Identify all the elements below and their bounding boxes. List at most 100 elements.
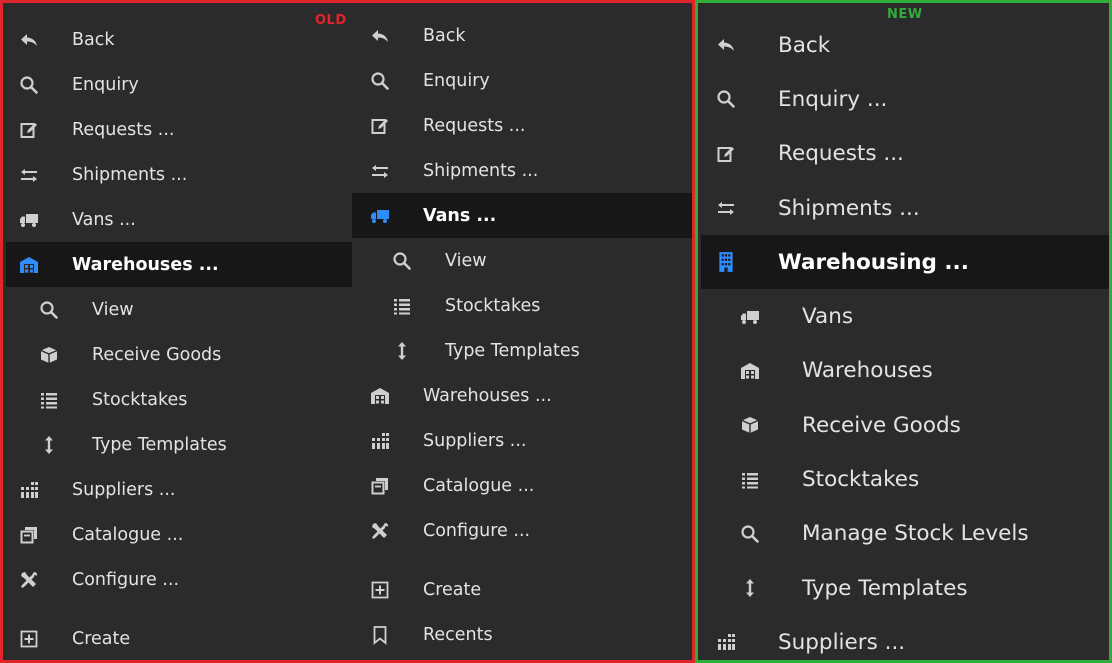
menu-item-label: Vans <box>802 304 854 330</box>
menu-item-suppliers[interactable]: Suppliers ... <box>6 467 352 512</box>
truck-icon <box>19 210 39 230</box>
old-menu-panel: OLD Back Enquiry Requests ... Shipments ...… <box>0 0 695 663</box>
menu-item-view[interactable]: View <box>6 287 352 332</box>
back-arrow-icon <box>715 34 737 56</box>
vertical-arrows-icon <box>39 435 59 455</box>
menu-item-back[interactable]: Back <box>701 18 1109 72</box>
menu-item-type-templates[interactable]: Type Templates <box>6 422 352 467</box>
menu-item-requests[interactable]: Requests ... <box>6 107 352 152</box>
menu-item-label: Requests ... <box>778 141 904 167</box>
menu-item-stocktakes[interactable]: Stocktakes <box>352 283 692 328</box>
menu-item-recents[interactable]: Recents <box>352 612 692 657</box>
suppliers-icon <box>370 431 390 451</box>
warehouse-icon <box>19 255 39 275</box>
building-icon <box>715 251 737 273</box>
menu-item-receive-goods[interactable]: Receive Goods <box>701 398 1109 452</box>
menu-item-label: Receive Goods <box>92 344 222 365</box>
box-icon <box>739 414 761 436</box>
menu-item-label: Receive Goods <box>802 412 961 438</box>
back-arrow-icon <box>370 26 390 46</box>
menu-item-back[interactable]: Back <box>6 17 352 62</box>
search-icon <box>370 71 390 91</box>
menu-item-catalogue[interactable]: Catalogue ... <box>352 463 692 508</box>
menu-item-type-templates[interactable]: Type Templates <box>701 561 1109 615</box>
menu-item-shipments[interactable]: Shipments ... <box>352 148 692 193</box>
menu-item-label: View <box>445 250 487 271</box>
menu-spacer <box>352 553 692 567</box>
vertical-arrows-icon <box>392 341 412 361</box>
menu-item-label: Type Templates <box>92 434 227 455</box>
menu-item-label: Requests ... <box>72 119 175 140</box>
menu-item-warehouses[interactable]: Warehouses <box>701 344 1109 398</box>
menu-item-label: Stocktakes <box>802 467 920 493</box>
menu-item-label: Back <box>72 29 115 50</box>
menu-item-label: Warehousing ... <box>778 249 969 275</box>
menu-item-label: Configure ... <box>72 569 180 590</box>
suppliers-icon <box>19 480 39 500</box>
edit-icon <box>19 120 39 140</box>
menu-item-requests[interactable]: Requests ... <box>701 127 1109 181</box>
menu-item-vans[interactable]: Vans ... <box>352 193 692 238</box>
menu-item-create[interactable]: Create <box>352 567 692 612</box>
menu-item-label: Create <box>72 628 131 649</box>
search-icon <box>392 251 412 271</box>
search-icon <box>715 88 737 110</box>
menu-item-type-templates[interactable]: Type Templates <box>352 328 692 373</box>
menu-item-label: Type Templates <box>802 575 968 601</box>
menu-item-label: Shipments ... <box>72 164 188 185</box>
menu-item-vans[interactable]: Vans ... <box>6 197 352 242</box>
menu-item-enquiry[interactable]: Enquiry <box>6 62 352 107</box>
list-icon <box>392 296 412 316</box>
menu-item-label: Shipments ... <box>423 160 539 181</box>
suppliers-icon <box>715 631 737 653</box>
menu-item-shipments[interactable]: Shipments ... <box>701 181 1109 235</box>
truck-icon <box>739 306 761 328</box>
menu-item-catalogue[interactable]: Catalogue ... <box>6 512 352 557</box>
menu-item-create[interactable]: Create <box>6 616 352 660</box>
menu-item-enquiry[interactable]: Enquiry <box>352 58 692 103</box>
tools-icon <box>370 521 390 541</box>
menu-item-suppliers[interactable]: Suppliers ... <box>701 615 1109 660</box>
menu-item-label: Warehouses ... <box>72 254 219 275</box>
menu-item-requests[interactable]: Requests ... <box>352 103 692 148</box>
edit-icon <box>370 116 390 136</box>
menu-item-receive-goods[interactable]: Receive Goods <box>6 332 352 377</box>
catalogue-icon <box>19 525 39 545</box>
menu-item-enquiry[interactable]: Enquiry ... <box>701 72 1109 126</box>
menu-item-configure[interactable]: Configure ... <box>352 508 692 553</box>
menu-item-configure[interactable]: Configure ... <box>6 557 352 602</box>
menu-item-label: Enquiry <box>72 74 139 95</box>
truck-icon <box>370 206 390 226</box>
menu-item-shipments[interactable]: Shipments ... <box>6 152 352 197</box>
old-menu-warehouses-expanded: Back Enquiry Requests ... Shipments ... Vans… <box>6 17 352 660</box>
menu-item-label: Create <box>423 579 482 600</box>
menu-item-label: Vans ... <box>423 205 497 226</box>
bookmark-icon <box>370 625 390 645</box>
menu-item-warehouses[interactable]: Warehouses ... <box>6 242 352 287</box>
list-icon <box>739 469 761 491</box>
list-icon <box>39 390 59 410</box>
menu-item-vans[interactable]: Vans <box>701 289 1109 343</box>
menu-item-label: Back <box>778 32 831 58</box>
menu-item-label: Suppliers ... <box>72 479 176 500</box>
menu-item-warehouses[interactable]: Warehouses ... <box>352 373 692 418</box>
menu-item-stocktakes[interactable]: Stocktakes <box>701 452 1109 506</box>
old-menu-vans-expanded: Back Enquiry Requests ... Shipments ... Vans… <box>352 13 692 657</box>
menu-item-label: Enquiry ... <box>778 86 888 112</box>
exchange-icon <box>370 161 390 181</box>
menu-item-stocktakes[interactable]: Stocktakes <box>6 377 352 422</box>
search-icon <box>19 75 39 95</box>
plus-square-icon <box>19 629 39 649</box>
menu-item-view[interactable]: View <box>352 238 692 283</box>
menu-item-suppliers[interactable]: Suppliers ... <box>352 418 692 463</box>
menu-item-label: Suppliers ... <box>778 629 906 655</box>
menu-item-label: Shipments ... <box>778 195 920 221</box>
menu-spacer <box>6 602 352 616</box>
exchange-icon <box>19 165 39 185</box>
menu-item-warehousing[interactable]: Warehousing ... <box>701 235 1109 290</box>
menu-item-manage-stock-levels[interactable]: Manage Stock Levels <box>701 507 1109 561</box>
search-icon <box>39 300 59 320</box>
menu-item-label: Recents <box>423 624 493 645</box>
menu-item-label: Back <box>423 25 466 46</box>
menu-item-back[interactable]: Back <box>352 13 692 58</box>
